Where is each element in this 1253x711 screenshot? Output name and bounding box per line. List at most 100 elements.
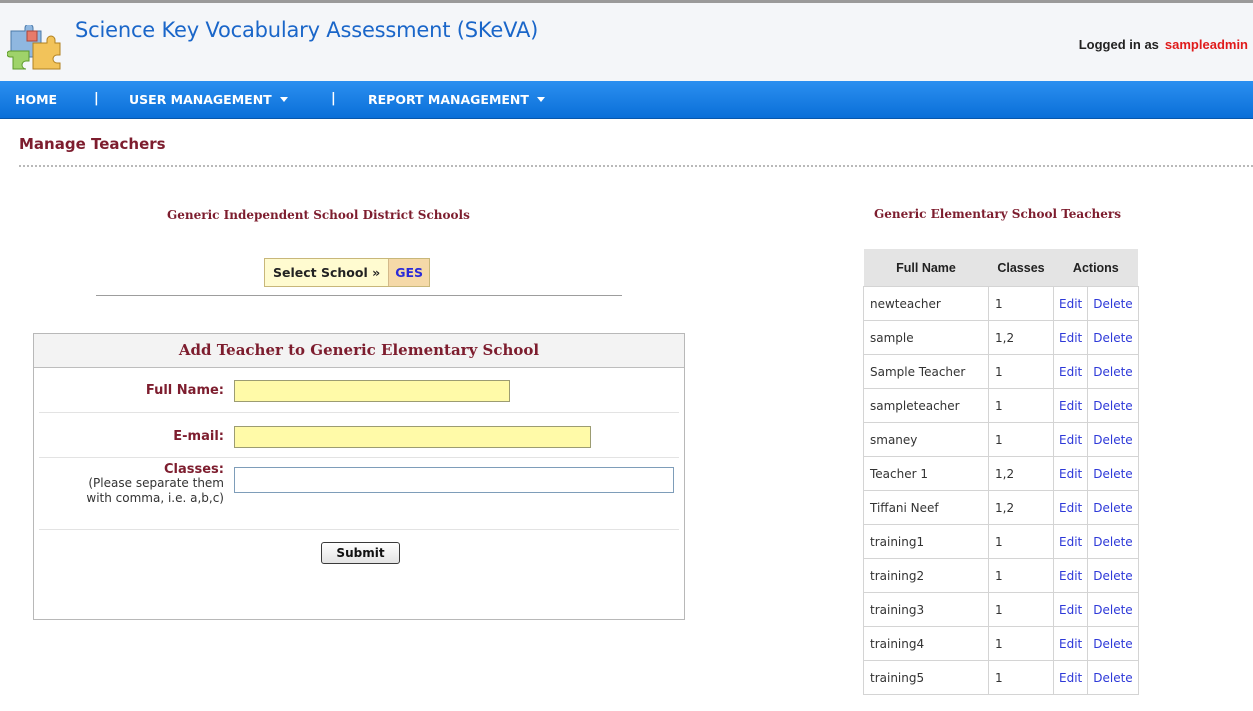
site-title: Science Key Vocabulary Assessment (SKeVA… bbox=[75, 18, 539, 42]
email-label: E-mail: bbox=[173, 429, 224, 444]
nav-user-management-label: USER MANAGEMENT bbox=[129, 92, 272, 107]
delete-link[interactable]: Delete bbox=[1087, 388, 1139, 423]
teacher-name-cell: Tiffani Neef bbox=[863, 490, 989, 525]
classes-hint: (Please separate them with comma, i.e. a… bbox=[86, 476, 224, 506]
divider bbox=[96, 295, 622, 296]
nav-user-management[interactable]: USER MANAGEMENT bbox=[129, 92, 288, 107]
table-row: training3 1 Edit Delete bbox=[863, 592, 1139, 627]
delete-link[interactable]: Delete bbox=[1087, 524, 1139, 559]
teacher-name-cell: Teacher 1 bbox=[863, 456, 989, 491]
edit-link[interactable]: Edit bbox=[1052, 592, 1089, 627]
teachers-table: Full Name Classes Actions newteacher 1 Edi… bbox=[863, 249, 1139, 695]
school-option-ges[interactable]: GES bbox=[388, 259, 429, 286]
nav-home[interactable]: HOME bbox=[15, 92, 57, 107]
table-row: sample 1,2 Edit Delete bbox=[863, 320, 1139, 355]
teacher-classes-cell: 1 bbox=[988, 422, 1054, 457]
table-row: sampleteacher 1 Edit Delete bbox=[863, 388, 1139, 423]
delete-link[interactable]: Delete bbox=[1087, 354, 1139, 389]
teacher-name-cell: training3 bbox=[863, 592, 989, 627]
table-row: training1 1 Edit Delete bbox=[863, 524, 1139, 559]
table-row: training4 1 Edit Delete bbox=[863, 626, 1139, 661]
username: sampleadmin bbox=[1164, 37, 1248, 52]
table-row: smaney 1 Edit Delete bbox=[863, 422, 1139, 457]
teacher-classes-cell: 1 bbox=[988, 286, 1054, 321]
column-header-actions: Actions bbox=[1053, 249, 1139, 287]
teacher-name-cell: training5 bbox=[863, 660, 989, 695]
schools-title: Generic Independent School District Scho… bbox=[167, 208, 470, 222]
teacher-name-cell: Sample Teacher bbox=[863, 354, 989, 389]
teacher-name-cell: newteacher bbox=[863, 286, 989, 321]
table-row: training2 1 Edit Delete bbox=[863, 558, 1139, 593]
teachers-title: Generic Elementary School Teachers bbox=[874, 207, 1121, 221]
select-school-label: Select School » bbox=[265, 259, 389, 286]
delete-link[interactable]: Delete bbox=[1087, 320, 1139, 355]
email-input[interactable] bbox=[234, 426, 591, 448]
edit-link[interactable]: Edit bbox=[1052, 320, 1089, 355]
edit-link[interactable]: Edit bbox=[1052, 558, 1089, 593]
edit-link[interactable]: Edit bbox=[1052, 422, 1089, 457]
table-header-row: Full Name Classes Actions bbox=[863, 249, 1139, 287]
logged-in-label: Logged in as bbox=[1078, 37, 1159, 52]
teacher-name-cell: training2 bbox=[863, 558, 989, 593]
delete-link[interactable]: Delete bbox=[1087, 456, 1139, 491]
nav-report-management-label: REPORT MANAGEMENT bbox=[368, 92, 529, 107]
delete-link[interactable]: Delete bbox=[1087, 592, 1139, 627]
delete-link[interactable]: Delete bbox=[1087, 286, 1139, 321]
table-row: Teacher 1 1,2 Edit Delete bbox=[863, 456, 1139, 491]
full-name-label: Full Name: bbox=[145, 383, 224, 398]
divider bbox=[19, 165, 1253, 167]
puzzle-pieces-icon bbox=[7, 25, 61, 70]
teacher-classes-cell: 1 bbox=[988, 354, 1054, 389]
table-row: newteacher 1 Edit Delete bbox=[863, 286, 1139, 321]
add-teacher-form: Add Teacher to Generic Elementary School… bbox=[33, 333, 685, 620]
chevron-down-icon bbox=[536, 97, 545, 102]
teacher-classes-cell: 1 bbox=[988, 558, 1054, 593]
nav-separator: | bbox=[331, 91, 336, 106]
teacher-name-cell: sampleteacher bbox=[863, 388, 989, 423]
edit-link[interactable]: Edit bbox=[1052, 286, 1089, 321]
school-selector: Select School » GES bbox=[264, 258, 430, 287]
main-navigation: HOME | USER MANAGEMENT | REPORT MANAGEME… bbox=[0, 81, 1253, 119]
table-row: Tiffani Neef 1,2 Edit Delete bbox=[863, 490, 1139, 525]
teacher-classes-cell: 1,2 bbox=[988, 456, 1054, 491]
classes-label: Classes: bbox=[164, 462, 224, 477]
teacher-classes-cell: 1,2 bbox=[988, 490, 1054, 525]
edit-link[interactable]: Edit bbox=[1052, 388, 1089, 423]
table-row: training5 1 Edit Delete bbox=[863, 660, 1139, 695]
teacher-name-cell: training1 bbox=[863, 524, 989, 559]
nav-report-management[interactable]: REPORT MANAGEMENT bbox=[368, 92, 545, 107]
column-header-full-name: Full Name bbox=[863, 249, 989, 287]
edit-link[interactable]: Edit bbox=[1052, 524, 1089, 559]
chevron-down-icon bbox=[279, 97, 288, 102]
edit-link[interactable]: Edit bbox=[1052, 626, 1089, 661]
submit-button[interactable]: Submit bbox=[321, 542, 400, 564]
edit-link[interactable]: Edit bbox=[1052, 660, 1089, 695]
column-header-classes: Classes bbox=[988, 249, 1054, 287]
email-row: E-mail: bbox=[39, 413, 679, 458]
classes-hint-line: with comma, i.e. a,b,c) bbox=[86, 491, 224, 505]
classes-input[interactable] bbox=[234, 467, 674, 493]
classes-hint-line: (Please separate them bbox=[88, 476, 224, 490]
teacher-classes-cell: 1 bbox=[988, 592, 1054, 627]
teacher-classes-cell: 1 bbox=[988, 524, 1054, 559]
site-header: Science Key Vocabulary Assessment (SKeVA… bbox=[0, 3, 1253, 81]
full-name-row: Full Name: bbox=[39, 368, 679, 413]
teacher-classes-cell: 1 bbox=[988, 660, 1054, 695]
full-name-input[interactable] bbox=[234, 380, 510, 402]
teacher-name-cell: smaney bbox=[863, 422, 989, 457]
delete-link[interactable]: Delete bbox=[1087, 422, 1139, 457]
nav-separator: | bbox=[94, 91, 99, 106]
classes-row: Classes: (Please separate them with comm… bbox=[39, 458, 679, 530]
page-title: Manage Teachers bbox=[19, 135, 166, 153]
edit-link[interactable]: Edit bbox=[1052, 354, 1089, 389]
delete-link[interactable]: Delete bbox=[1087, 626, 1139, 661]
teacher-classes-cell: 1,2 bbox=[988, 320, 1054, 355]
teacher-name-cell: sample bbox=[863, 320, 989, 355]
edit-link[interactable]: Edit bbox=[1052, 456, 1089, 491]
delete-link[interactable]: Delete bbox=[1087, 660, 1139, 695]
delete-link[interactable]: Delete bbox=[1087, 490, 1139, 525]
edit-link[interactable]: Edit bbox=[1052, 490, 1089, 525]
teacher-name-cell: training4 bbox=[863, 626, 989, 661]
teacher-classes-cell: 1 bbox=[988, 626, 1054, 661]
delete-link[interactable]: Delete bbox=[1087, 558, 1139, 593]
